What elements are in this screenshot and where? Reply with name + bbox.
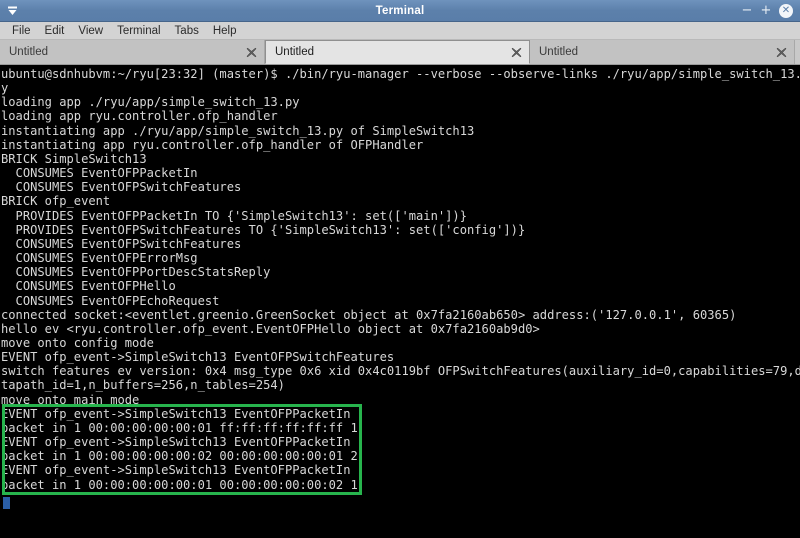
terminal-line: PROVIDES EventOFPSwitchFeatures TO {'Sim… bbox=[1, 222, 526, 237]
terminal-line: CONSUMES EventOFPSwitchFeatures bbox=[1, 180, 242, 195]
terminal-line: packet in 1 00:00:00:00:00:02 00:00:00:0… bbox=[1, 449, 358, 464]
titlebar[interactable]: Terminal − + ✕ bbox=[0, 0, 800, 22]
terminal-line: loading app ./ryu/app/simple_switch_13.p… bbox=[1, 95, 300, 110]
terminal-line: BRICK SimpleSwitch13 bbox=[1, 151, 147, 166]
tab-label: Untitled bbox=[275, 46, 314, 58]
window-controls: − + ✕ bbox=[741, 3, 800, 18]
terminal-line: CONSUMES EventOFPPortDescStatsReply bbox=[1, 265, 271, 280]
terminal-line: hello ev <ryu.controller.ofp_event.Event… bbox=[1, 321, 540, 336]
terminal-line: packet in 1 00:00:00:00:00:01 ff:ff:ff:f… bbox=[1, 420, 358, 435]
tab-untitled-2[interactable]: Untitled bbox=[265, 40, 530, 64]
tab-label: Untitled bbox=[539, 46, 578, 58]
tab-untitled-3[interactable]: Untitled bbox=[530, 40, 795, 64]
menu-item-terminal[interactable]: Terminal bbox=[110, 22, 167, 40]
terminal-text: ubuntu@sdnhubvm:~/ryu[23:32] (master)$ .… bbox=[1, 67, 800, 492]
close-icon[interactable]: ✕ bbox=[779, 3, 793, 18]
menubar: File Edit View Terminal Tabs Help bbox=[0, 22, 800, 40]
menu-item-edit[interactable]: Edit bbox=[38, 22, 72, 40]
terminal-line: tapath_id=1,n_buffers=256,n_tables=254) bbox=[1, 378, 285, 393]
terminal-line: move onto config mode bbox=[1, 335, 154, 350]
terminal-line: CONSUMES EventOFPPacketIn bbox=[1, 166, 198, 181]
tab-untitled-1[interactable]: Untitled bbox=[0, 40, 265, 64]
window-menu-chevron-icon[interactable] bbox=[0, 0, 24, 22]
close-icon[interactable] bbox=[244, 45, 258, 59]
terminal-line: CONSUMES EventOFPErrorMsg bbox=[1, 251, 198, 266]
terminal-line: EVENT ofp_event->SimpleSwitch13 EventOFP… bbox=[1, 406, 351, 421]
terminal-line: connected socket:<eventlet.greenio.Green… bbox=[1, 307, 737, 322]
terminal-window: Terminal − + ✕ File Edit View Terminal T… bbox=[0, 0, 800, 538]
terminal-line: switch features ev version: 0x4 msg_type… bbox=[1, 364, 800, 379]
terminal-output-area[interactable]: ubuntu@sdnhubvm:~/ryu[23:32] (master)$ .… bbox=[0, 65, 800, 538]
terminal-line: ubuntu@sdnhubvm:~/ryu[23:32] (master)$ .… bbox=[1, 67, 800, 81]
minimize-button[interactable]: − bbox=[741, 4, 753, 17]
terminal-line: move onto main mode bbox=[1, 392, 140, 407]
close-icon[interactable] bbox=[509, 45, 523, 59]
terminal-line: CONSUMES EventOFPEchoRequest bbox=[1, 293, 220, 308]
window-title: Terminal bbox=[375, 4, 425, 17]
terminal-line: EVENT ofp_event->SimpleSwitch13 EventOFP… bbox=[1, 463, 351, 478]
terminal-line: CONSUMES EventOFPSwitchFeatures bbox=[1, 236, 242, 251]
terminal-line: EVENT ofp_event->SimpleSwitch13 EventOFP… bbox=[1, 435, 351, 450]
menu-item-help[interactable]: Help bbox=[206, 22, 244, 40]
tabbar: Untitled Untitled Untitled bbox=[0, 40, 800, 65]
terminal-cursor bbox=[3, 496, 10, 509]
terminal-line: packet in 1 00:00:00:00:00:01 00:00:00:0… bbox=[1, 477, 358, 492]
terminal-line: BRICK ofp_event bbox=[1, 194, 111, 209]
terminal-line: CONSUMES EventOFPHello bbox=[1, 279, 176, 294]
terminal-line: EVENT ofp_event->SimpleSwitch13 EventOFP… bbox=[1, 350, 395, 365]
maximize-button[interactable]: + bbox=[760, 4, 772, 17]
menu-item-tabs[interactable]: Tabs bbox=[168, 22, 206, 40]
terminal-line: instantiating app ./ryu/app/simple_switc… bbox=[1, 123, 475, 138]
menu-item-file[interactable]: File bbox=[5, 22, 38, 40]
menu-item-view[interactable]: View bbox=[71, 22, 110, 40]
terminal-line: loading app ryu.controller.ofp_handler bbox=[1, 109, 278, 124]
terminal-line: PROVIDES EventOFPPacketIn TO {'SimpleSwi… bbox=[1, 208, 467, 223]
terminal-line: instantiating app ryu.controller.ofp_han… bbox=[1, 137, 424, 152]
tab-label: Untitled bbox=[9, 46, 48, 58]
close-icon[interactable] bbox=[774, 45, 788, 59]
terminal-line: y bbox=[1, 81, 9, 96]
